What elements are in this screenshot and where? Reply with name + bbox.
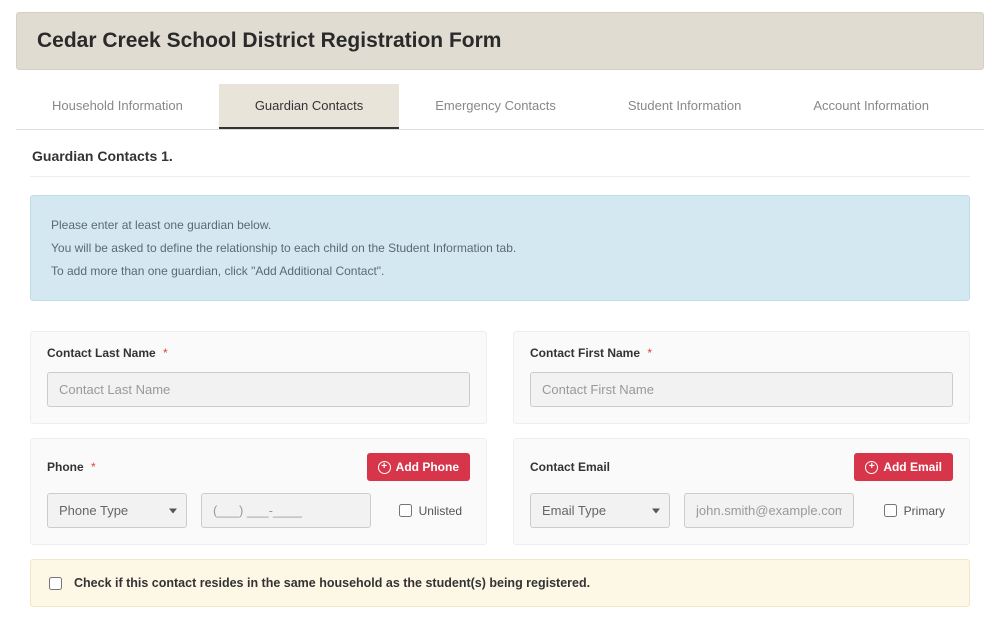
info-line: To add more than one guardian, click "Ad… (51, 260, 949, 283)
plus-icon: + (865, 461, 878, 474)
info-box: Please enter at least one guardian below… (30, 195, 970, 301)
page-title: Cedar Creek School District Registration… (37, 29, 963, 53)
info-line: You will be asked to define the relation… (51, 237, 949, 260)
phone-number-input[interactable] (201, 493, 371, 528)
required-marker: * (163, 346, 168, 360)
last-name-card: Contact Last Name * (30, 331, 487, 424)
phone-type-select[interactable]: Phone Type (47, 493, 187, 528)
tab-student-info[interactable]: Student Information (592, 84, 777, 129)
first-name-label: Contact First Name * (530, 346, 953, 360)
household-checkbox[interactable] (49, 577, 62, 590)
last-name-label: Contact Last Name * (47, 346, 470, 360)
add-phone-button[interactable]: + Add Phone (367, 453, 470, 481)
info-line: Please enter at least one guardian below… (51, 214, 949, 237)
chevron-down-icon (652, 508, 660, 513)
content-area: Please enter at least one guardian below… (16, 195, 984, 607)
add-email-button[interactable]: + Add Email (854, 453, 953, 481)
last-name-input[interactable] (47, 372, 470, 407)
page-header: Cedar Creek School District Registration… (16, 12, 984, 70)
first-name-input[interactable] (530, 372, 953, 407)
tab-guardian-contacts[interactable]: Guardian Contacts (219, 84, 399, 129)
phone-card: Phone * + Add Phone Phone Type Unlisted (30, 438, 487, 545)
unlisted-checkbox-label[interactable]: Unlisted (399, 504, 462, 518)
primary-checkbox-label[interactable]: Primary (884, 504, 945, 518)
tab-account-info[interactable]: Account Information (777, 84, 965, 129)
email-card: Contact Email + Add Email Email Type Pri… (513, 438, 970, 545)
household-label: Check if this contact resides in the sam… (74, 576, 590, 590)
required-marker: * (647, 346, 652, 360)
email-label: Contact Email + Add Email (530, 453, 953, 481)
tab-bar: Household Information Guardian Contacts … (16, 84, 984, 130)
tab-emergency-contacts[interactable]: Emergency Contacts (399, 84, 592, 129)
required-marker: * (91, 460, 96, 474)
section-title: Guardian Contacts 1. (30, 144, 970, 177)
unlisted-checkbox[interactable] (399, 504, 412, 517)
household-box: Check if this contact resides in the sam… (30, 559, 970, 607)
email-input[interactable] (684, 493, 854, 528)
email-type-select[interactable]: Email Type (530, 493, 670, 528)
tab-household-info[interactable]: Household Information (16, 84, 219, 129)
primary-checkbox[interactable] (884, 504, 897, 517)
first-name-card: Contact First Name * (513, 331, 970, 424)
plus-icon: + (378, 461, 391, 474)
phone-label: Phone * + Add Phone (47, 453, 470, 481)
chevron-down-icon (169, 508, 177, 513)
